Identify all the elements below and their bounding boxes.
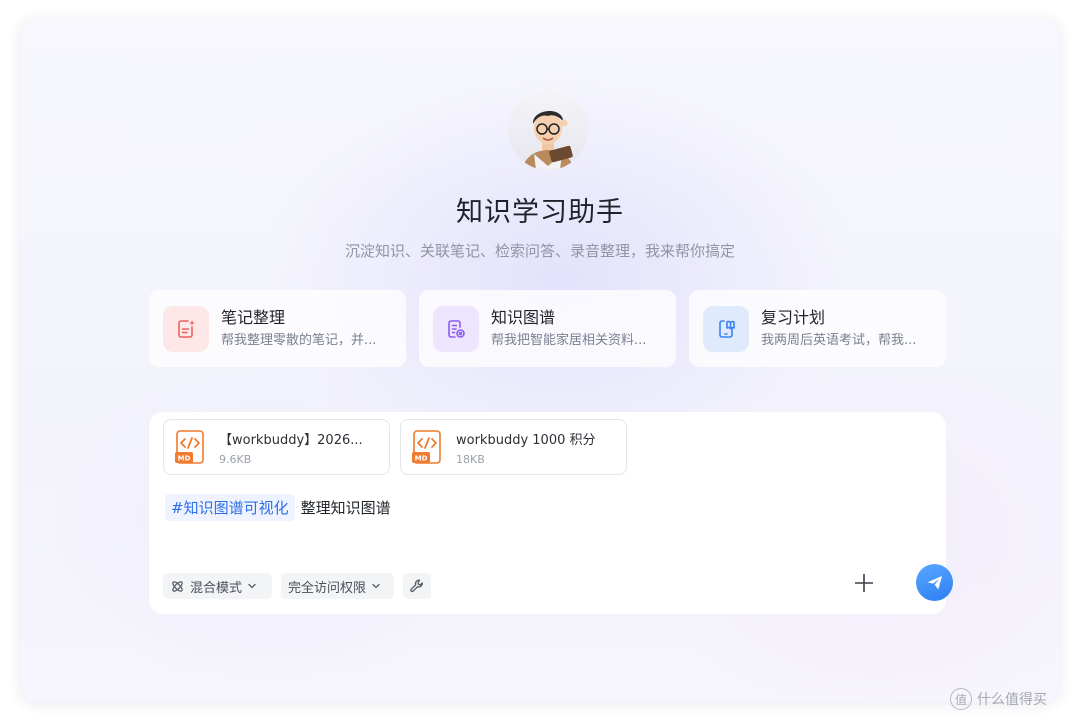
watermark-text: 什么值得买 <box>977 692 1047 708</box>
watermark: 值 什么值得买 <box>950 688 1047 710</box>
attachment-size: 18KB <box>456 453 485 466</box>
message-text: 整理知识图谱 <box>300 499 391 517</box>
atom-icon <box>172 580 183 592</box>
card-title: 复习计划 <box>761 307 826 327</box>
access-dropdown[interactable]: 完全访问权限 <box>281 573 394 599</box>
card-title: 笔记整理 <box>221 307 286 327</box>
assistant-avatar <box>508 90 588 170</box>
attachment-name: workbuddy 1000 积分 <box>456 433 596 448</box>
assistant-tagline: 沉淀知识、关联笔记、检索问答、录音整理，我来帮你搞定 <box>344 242 735 260</box>
suggestion-card-knowledge-graph[interactable]: 知识图谱 帮我把智能家居相关资料... <box>419 290 676 367</box>
card-description: 帮我把智能家居相关资料... <box>491 332 647 348</box>
add-button[interactable] <box>853 572 875 594</box>
file-type-label: MD <box>415 455 428 463</box>
tools-button[interactable] <box>403 573 431 599</box>
smzdm-logo-icon: 值 <box>950 688 972 710</box>
suggestion-card-notes[interactable]: 笔记整理 帮我整理零散的笔记，并... <box>149 290 406 367</box>
mode-dropdown[interactable]: 混合模式 <box>163 573 272 599</box>
suggestion-card-review-plan[interactable]: 复习计划 我两周后英语考试，帮我... <box>689 290 946 367</box>
message-composer[interactable]: MD 【workbuddy】2026... 9.6KB MD workbuddy… <box>149 412 953 614</box>
attachment-name: 【workbuddy】2026... <box>219 433 363 448</box>
chevron-down-icon <box>248 583 256 589</box>
wrench-icon <box>410 579 423 593</box>
card-description: 我两周后英语考试，帮我... <box>761 332 917 348</box>
markdown-file-icon: MD <box>411 430 447 466</box>
chevron-down-icon <box>372 583 380 589</box>
card-title: 知识图谱 <box>491 307 556 327</box>
attachment-size: 9.6KB <box>219 453 252 466</box>
attachment-file[interactable]: MD workbuddy 1000 积分 18KB <box>400 419 627 475</box>
assistant-window: 知识学习助手 沉淀知识、关联笔记、检索问答、录音整理，我来帮你搞定 笔记整理 帮… <box>20 18 1060 702</box>
mode-label: 混合模式 <box>190 580 243 596</box>
card-description: 帮我整理零散的笔记，并... <box>221 332 377 348</box>
book-phone-icon <box>703 305 749 352</box>
note-edit-icon <box>163 305 209 352</box>
file-type-label: MD <box>178 455 191 463</box>
document-link-icon <box>433 305 479 352</box>
plus-icon <box>855 574 873 592</box>
markdown-file-icon: MD <box>174 430 210 466</box>
attachment-file[interactable]: MD 【workbuddy】2026... 9.6KB <box>163 419 390 475</box>
access-label: 完全访问权限 <box>288 580 367 596</box>
skill-tag[interactable]: #知识图谱可视化 <box>165 494 295 521</box>
message-input[interactable]: #知识图谱可视化 整理知识图谱 <box>165 494 391 521</box>
send-button[interactable] <box>916 564 953 601</box>
paper-plane-icon <box>927 575 942 589</box>
assistant-title: 知识学习助手 <box>456 197 624 228</box>
